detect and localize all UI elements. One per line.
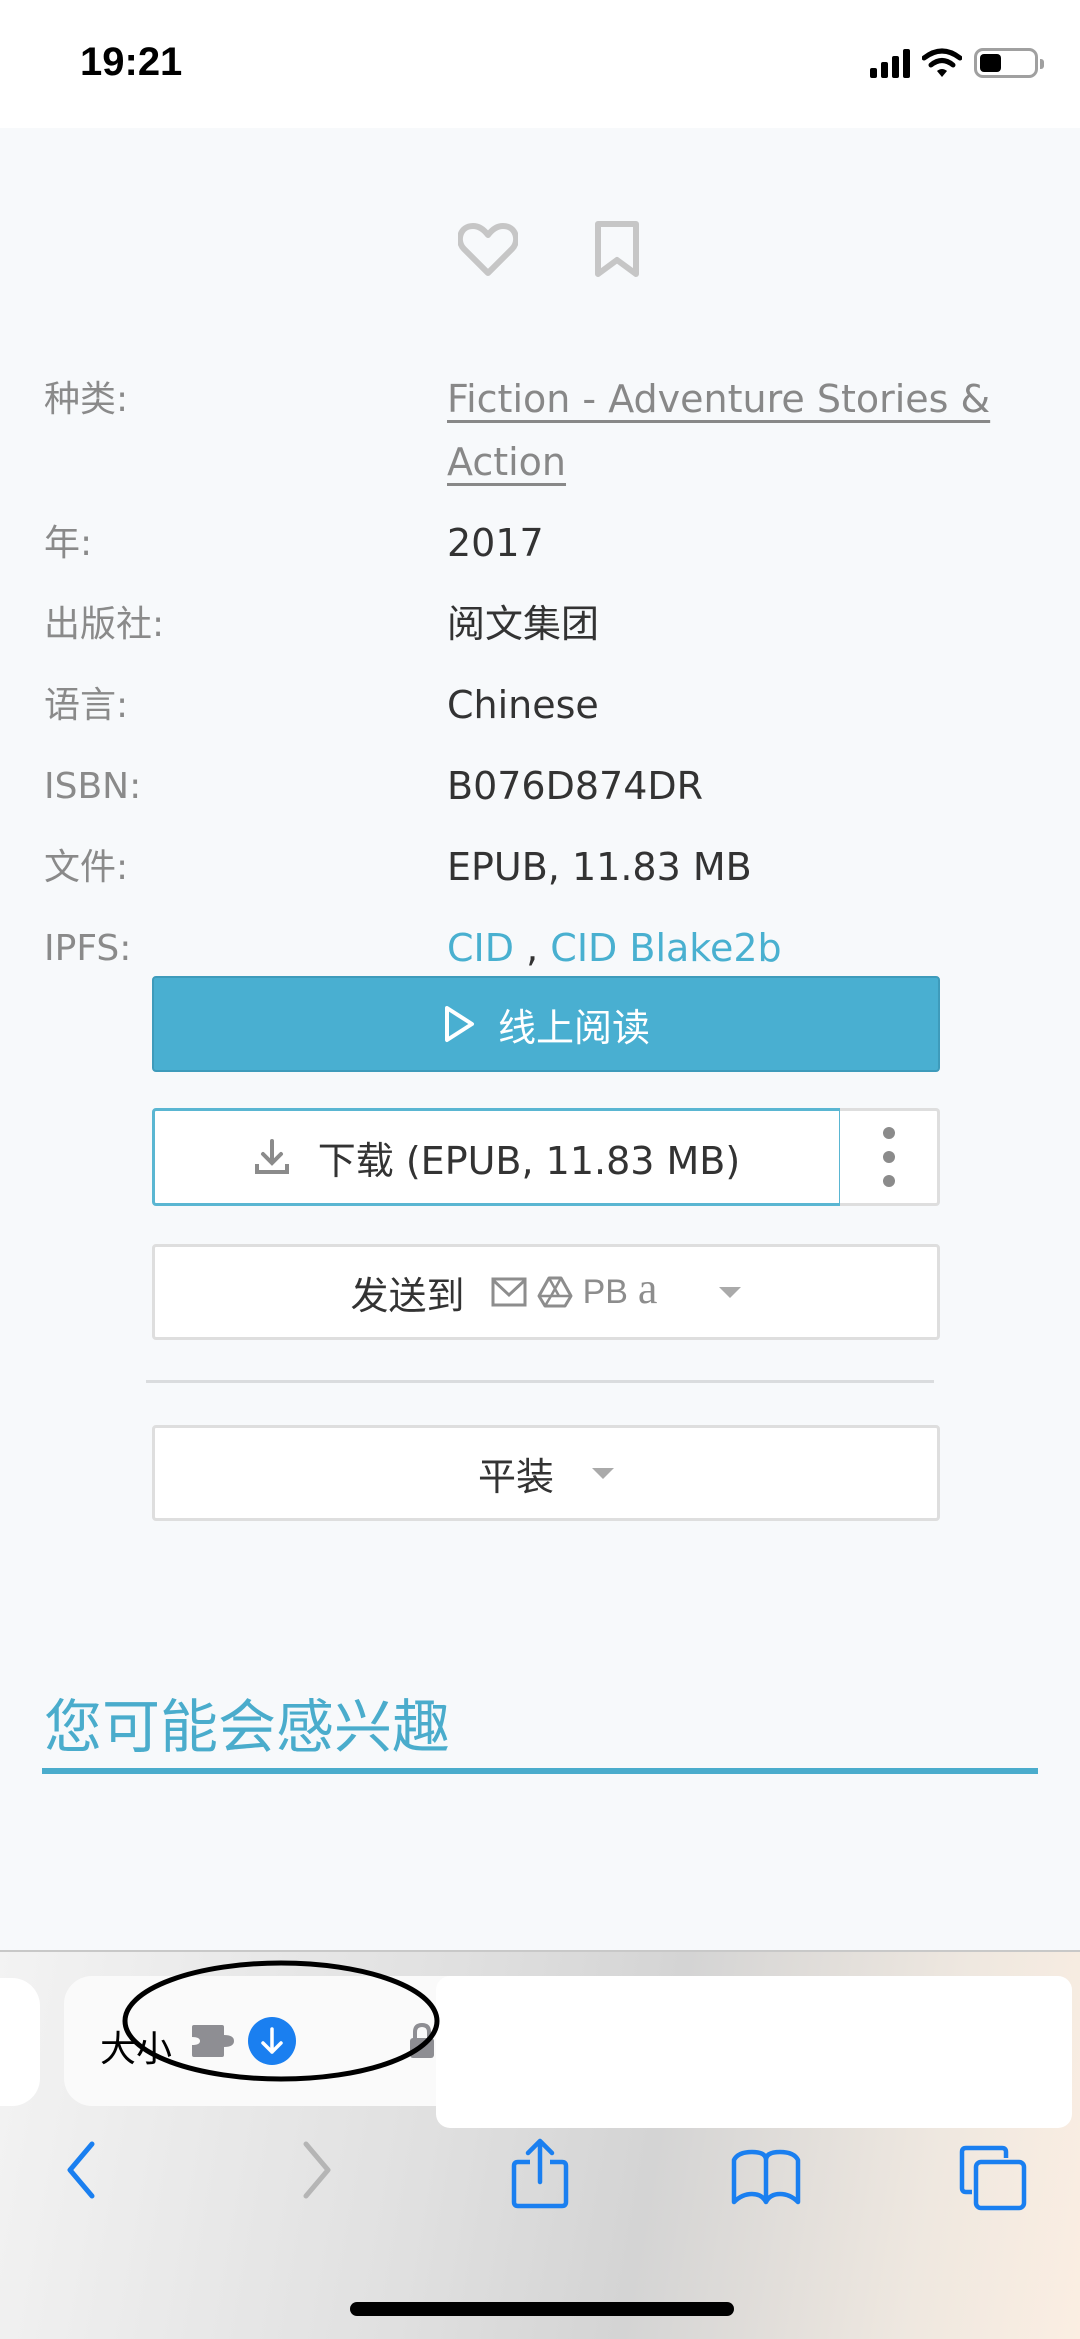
google-drive-icon [537,1276,573,1308]
email-icon [491,1277,527,1307]
detail-value: EPUB, 11.83 MB [447,845,752,889]
detail-row-ipfs: IPFS: CID , CID Blake2b [44,917,1044,980]
detail-row-isbn: ISBN: B076D874DR [44,755,1044,818]
send-to-dropdown[interactable]: 发送到 PB a [152,1244,940,1340]
send-to-label: 发送到 [350,1273,465,1318]
detail-label: 出版社: [44,604,165,645]
bookmarks-book-icon[interactable] [730,2148,802,2206]
chevron-down-icon [719,1286,742,1298]
detail-row-publisher: 出版社: 阅文集团 [44,593,1044,656]
status-bar: 19:21 [0,0,1080,128]
more-options-button[interactable] [840,1108,940,1206]
popover-panel [436,1976,1072,2128]
chevron-down-icon [592,1467,614,1479]
battery-icon [974,48,1044,78]
detail-label: 种类: [44,379,129,420]
text-size-button[interactable]: 大小 [100,2020,172,2072]
tabs-icon[interactable] [958,2144,1028,2212]
arrow-down-icon [261,2027,283,2054]
more-dot [882,1127,895,1139]
action-icons [458,220,640,278]
status-time: 19:21 [80,40,183,84]
ipfs-cid-link[interactable]: CID [447,926,515,979]
separator: , [526,926,539,970]
amazon-kindle-icon: a [637,1263,658,1313]
section-title: 您可能会感兴趣 [44,1693,451,1761]
category-link[interactable]: Fiction - Adventure Stories & Action [447,377,990,484]
status-icons [870,48,1044,78]
cellular-signal-icon [870,48,910,78]
play-icon [444,1006,474,1042]
bookmark-outline-icon[interactable] [594,220,640,278]
more-dot [882,1175,895,1187]
detail-value: 阅文集团 [447,602,600,646]
divider [146,1380,934,1383]
download-label: 下载 (EPUB, 11.83 MB) [317,1138,741,1183]
read-online-button[interactable]: 线上阅读 [152,976,940,1072]
detail-row-year: 年: 2017 [44,512,1044,575]
detail-value: B076D874DR [447,764,704,808]
detail-label: 语言: [44,685,129,726]
format-dropdown[interactable]: 平装 [152,1425,940,1521]
ipfs-cid-blake2b-link[interactable]: CID Blake2b [550,926,782,979]
section-underline [42,1768,1038,1774]
read-online-label: 线上阅读 [497,1005,650,1050]
download-icon [254,1139,289,1174]
detail-label: 年: [44,523,93,564]
detail-row-category: 种类: Fiction - Adventure Stories & Action [44,368,1044,494]
extension-puzzle-icon[interactable] [190,2023,236,2059]
detail-label: ISBN: [44,766,142,807]
detail-label: 文件: [44,847,129,888]
downloads-button[interactable] [248,2017,296,2065]
book-details: 种类: Fiction - Adventure Stories & Action… [44,368,1044,998]
forward-chevron-icon[interactable] [296,2140,336,2200]
format-label: 平装 [477,1454,554,1499]
pocketbook-icon: PB [582,1272,628,1311]
download-button[interactable]: 下载 (EPUB, 11.83 MB) [152,1108,842,1206]
wifi-icon [922,48,962,77]
detail-value: 2017 [447,521,544,565]
detail-value: Chinese [447,683,599,727]
detail-row-language: 语言: Chinese [44,674,1044,737]
more-dot [882,1151,895,1163]
previous-tab-card[interactable] [0,1978,40,2106]
back-chevron-icon[interactable] [62,2140,102,2200]
detail-label: IPFS: [44,928,132,969]
home-indicator[interactable] [350,2302,734,2316]
share-icon[interactable] [510,2138,570,2210]
detail-row-file: 文件: EPUB, 11.83 MB [44,836,1044,899]
lock-icon [410,2022,434,2058]
heart-outline-icon[interactable] [458,221,518,277]
